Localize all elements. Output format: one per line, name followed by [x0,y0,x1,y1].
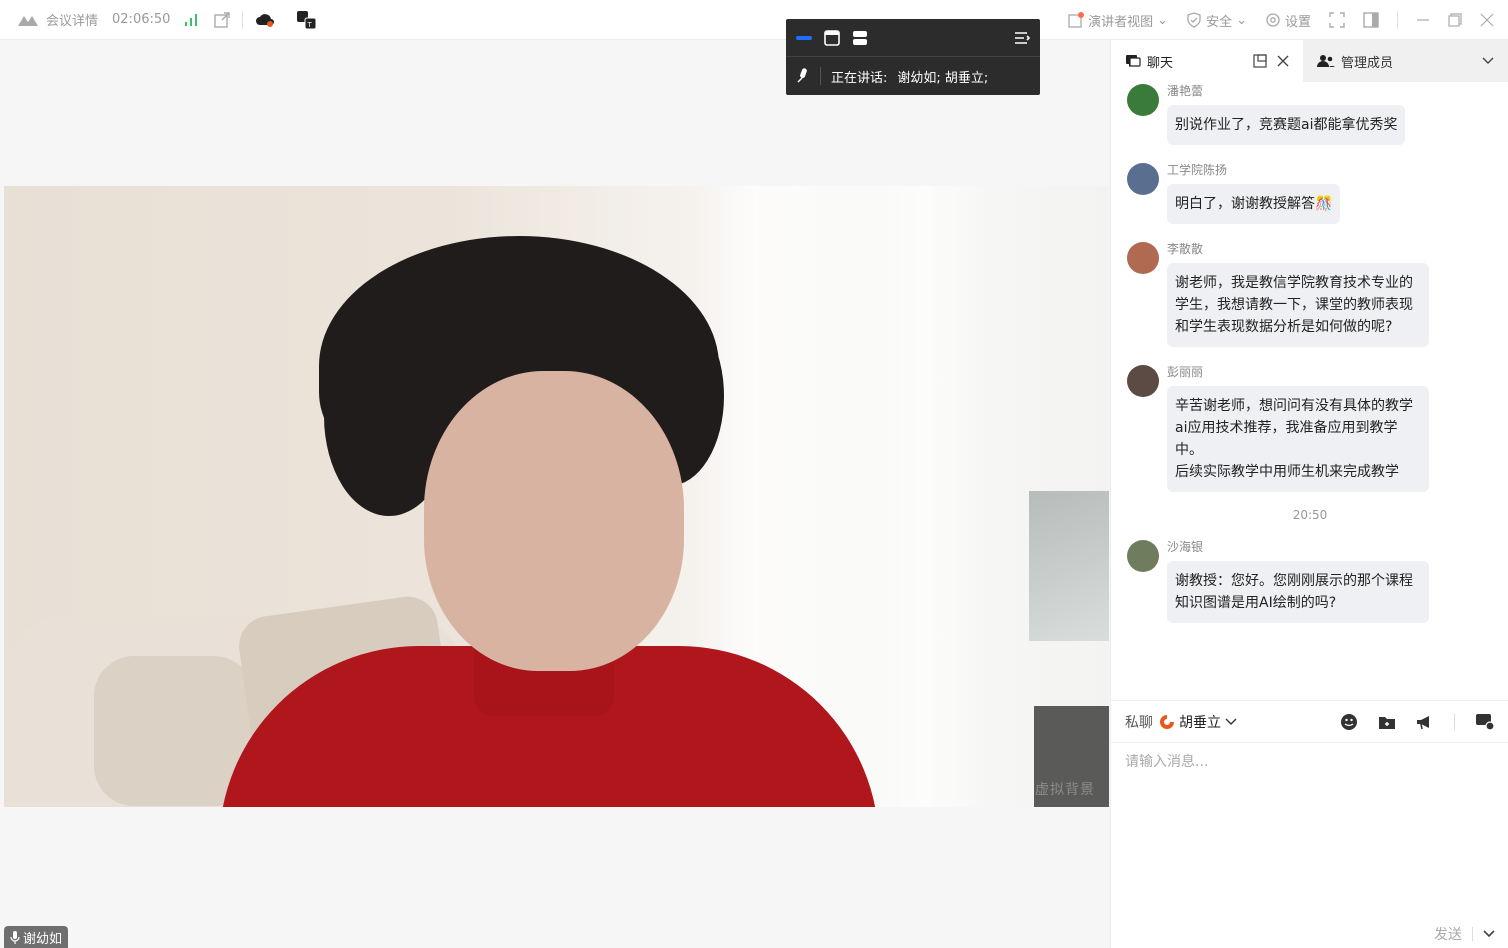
chat-message: 李散散 谢老师，我是教信学院教育技术专业的学生，我想请教一下，课堂的教师表现和学… [1127,240,1493,347]
chat-message: 沙海银 谢教授：您好。您刚刚展示的那个课程知识图谱是用AI绘制的吗? [1127,538,1493,623]
security-label: 安全 [1206,14,1233,30]
microphone-icon [10,930,20,944]
settings-label: 设置 [1284,14,1311,30]
video-stage: 虚拟背景 谢幼如 [0,40,1110,948]
message-sender: 工学院陈扬 [1167,163,1228,177]
file-folder-icon[interactable] [1378,714,1396,730]
panel-tabs: 聊天 管理成员 [1111,40,1508,82]
divider [242,10,244,29]
meeting-details-link[interactable]: 会议详情 [46,10,98,29]
message-sender: 沙海银 [1167,540,1204,554]
message-bubble[interactable]: 辛苦谢老师，想问问有没有具体的教学ai应用技术推荐，我准备应用到教学中。 后续实… [1167,386,1429,492]
chat-icon [1125,53,1141,69]
cloud-record-icon[interactable] [255,12,275,28]
presenter-view-label: 演讲者视图 [1088,14,1154,30]
message-composer: 私聊 胡垂立 请输入消息... 发送 [1111,700,1508,948]
close-icon[interactable] [1480,13,1494,27]
divider [820,67,821,85]
minimize-bar-icon[interactable] [796,35,812,41]
minimize-icon[interactable] [1416,13,1430,27]
presenter-view-icon [1068,12,1085,28]
participant-name-tag: 谢幼如 [4,926,69,948]
speaking-label: 正在讲话: [831,70,888,86]
tab-chat-label: 聊天 [1147,55,1174,71]
message-bubble[interactable]: 别说作业了，竞赛题ai都能拿优秀奖 [1167,105,1406,145]
avatar[interactable] [1127,84,1159,116]
restore-icon[interactable] [1448,13,1462,27]
speaker-video[interactable]: 虚拟背景 [4,186,1109,807]
settings-button[interactable]: 设置 [1265,11,1311,30]
recipient-name: 胡垂立 [1179,714,1221,731]
message-sender: 李散散 [1167,242,1204,256]
chat-message: 工学院陈扬 明白了，谢谢教授解答🎊 [1127,161,1493,224]
participant-name: 谢幼如 [23,931,63,947]
signal-icon[interactable] [184,13,198,27]
message-bubble[interactable]: 明白了，谢谢教授解答🎊 [1167,184,1341,224]
gear-icon [1265,12,1281,28]
chevron-down-icon [1225,718,1237,726]
close-icon[interactable] [1277,54,1289,68]
person-face [424,371,684,671]
chat-settings-icon[interactable] [1475,713,1495,731]
title-bar: 会议详情 02:06:50 T 演讲者视图 ⌄ 安全 ⌄ 设置 [0,0,1508,40]
svg-text:T: T [307,21,313,29]
virtual-background-watermark: 虚拟背景 [1035,782,1095,798]
message-timestamp: 20:50 [1292,508,1328,522]
message-input[interactable]: 请输入消息... [1111,743,1508,903]
meeting-duration: 02:06:50 [112,12,171,27]
send-options-chevron-icon[interactable] [1483,930,1495,938]
announcement-icon[interactable] [1416,714,1434,730]
tab-chat[interactable]: 聊天 [1111,40,1303,82]
translate-icon[interactable]: T [297,10,317,29]
window-view-icon[interactable] [824,29,840,46]
chat-message: 彭丽丽 辛苦谢老师，想问问有没有具体的教学ai应用技术推荐，我准备应用到教学中。… [1127,363,1493,492]
message-sender: 潘艳蕾 [1167,84,1204,98]
emoji-icon[interactable] [1340,713,1358,731]
avatar[interactable] [1127,365,1159,397]
divider [1472,927,1473,941]
recipient-brand-icon [1159,714,1175,730]
window-painting [1029,491,1109,641]
send-button[interactable]: 发送 [1434,924,1462,944]
sidebar-toggle-icon[interactable] [1363,12,1379,28]
chat-message: 潘艳蕾 别说作业了，竞赛题ai都能拿优秀奖 [1127,82,1493,145]
floating-control-bar: 正在讲话: 谢幼如; 胡垂立; [786,19,1040,95]
speaking-names: 谢幼如; 胡垂立; [897,70,989,86]
divider [1397,11,1398,29]
meeting-logo-icon [18,14,38,26]
chevron-down-icon: ⌄ [1236,12,1247,28]
recipient-selector[interactable]: 胡垂立 [1159,712,1237,732]
divider [1454,713,1455,730]
curtain [854,186,994,807]
private-chat-label: 私聊 [1125,714,1153,731]
chevron-down-icon: ⌄ [1157,12,1169,28]
avatar[interactable] [1127,242,1159,274]
chevron-down-icon[interactable] [1482,57,1494,65]
pop-out-icon[interactable] [1253,54,1267,68]
chat-messages[interactable]: 潘艳蕾 别说作业了，竞赛题ai都能拿优秀奖 工学院陈扬 明白了，谢谢教授解答🎊 … [1111,82,1508,700]
shield-icon [1186,12,1202,28]
avatar[interactable] [1127,540,1159,572]
tab-manage-members[interactable]: 管理成员 [1303,40,1508,82]
chat-panel: 聊天 管理成员 潘艳蕾 别说作业了，竞赛题ai都能拿优秀奖 工学院陈扬 明白了，… [1110,40,1508,948]
speaking-mic-icon [796,68,810,84]
collapse-menu-icon[interactable] [1014,30,1030,46]
message-bubble[interactable]: 谢教授：您好。您刚刚展示的那个课程知识图谱是用AI绘制的吗? [1167,561,1429,623]
fullscreen-icon[interactable] [1329,12,1345,28]
share-out-icon[interactable] [214,11,231,28]
tab-members-label: 管理成员 [1341,55,1394,71]
list-view-icon[interactable] [852,30,868,46]
members-icon [1317,54,1335,68]
message-sender: 彭丽丽 [1167,365,1204,379]
avatar[interactable] [1127,163,1159,195]
message-bubble[interactable]: 谢老师，我是教信学院教育技术专业的学生，我想请教一下，课堂的教师表现和学生表现数… [1167,263,1429,347]
presenter-view-dropdown[interactable]: 演讲者视图 ⌄ [1068,11,1168,30]
security-dropdown[interactable]: 安全 ⌄ [1186,11,1247,30]
